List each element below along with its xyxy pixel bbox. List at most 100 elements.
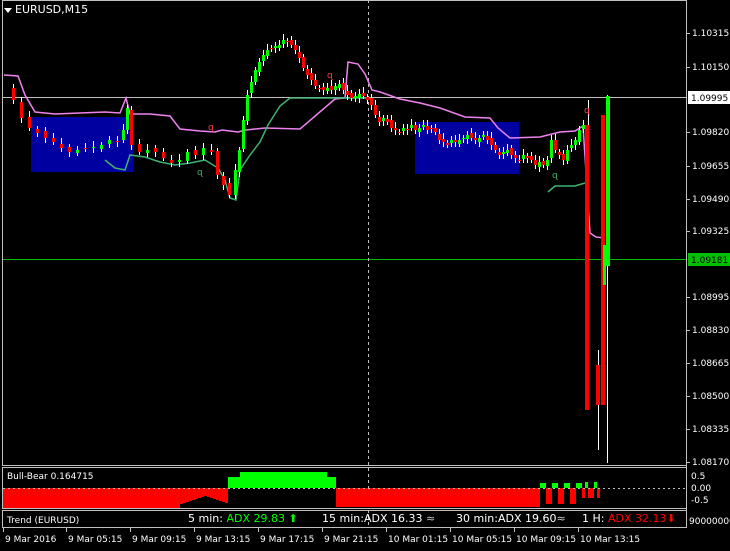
signal-marker: ɋ <box>327 71 333 81</box>
bull-bar <box>309 472 312 488</box>
bear-candle <box>216 151 219 175</box>
bear-bar <box>183 488 186 503</box>
bull-bar <box>312 472 315 488</box>
bear-bar <box>171 488 174 508</box>
time-tick-label: 10 Mar 01:15 <box>388 535 448 545</box>
bull-candle <box>418 128 421 132</box>
time-tick-label: 9 Mar 2016 <box>5 535 57 545</box>
bear-bar <box>513 488 516 507</box>
bear-bar <box>180 488 183 504</box>
green-level-tag: 1.09181 <box>691 256 728 266</box>
bear-bar <box>438 488 441 507</box>
bull-candle <box>108 140 111 144</box>
bear-candle <box>170 160 173 163</box>
bull-bar <box>552 483 555 488</box>
bull-candle <box>550 140 553 158</box>
bear-bar <box>105 488 108 508</box>
bear-bar <box>426 488 429 507</box>
bull-candle <box>76 150 79 153</box>
bear-bar <box>132 488 135 508</box>
bear-bar <box>516 488 519 507</box>
bull-bar <box>576 483 579 488</box>
bull-candle <box>578 130 581 142</box>
bear-bar <box>459 488 462 507</box>
bull-candle <box>186 152 189 161</box>
bear-bar <box>57 488 60 508</box>
bear-bar <box>225 488 228 503</box>
bear-bar <box>111 488 114 508</box>
bear-bar <box>36 488 39 508</box>
bear-bar <box>381 488 384 507</box>
bull-candle <box>566 150 569 161</box>
bear-bar <box>453 488 456 507</box>
time-axis: 9 Mar 2016 9 Mar 05:15 9 Mar 09:15 9 Mar 13… <box>3 528 640 545</box>
bear-bar <box>477 488 480 507</box>
bull-candle <box>582 125 585 129</box>
bear-candle <box>116 141 119 142</box>
bear-bar <box>30 488 33 508</box>
bear-candle <box>414 125 417 130</box>
bear-candle <box>370 98 373 105</box>
bear-bar <box>207 488 210 497</box>
bear-bar <box>405 488 408 507</box>
bull-bar <box>543 483 546 488</box>
bear-candle <box>318 88 321 89</box>
bear-bar <box>60 488 63 508</box>
bear-bar <box>195 488 198 499</box>
bull-bar <box>333 477 336 488</box>
bear-candle <box>346 91 349 95</box>
trend-timeframe: 5 min: <box>188 512 223 525</box>
bear-candle <box>28 117 31 128</box>
bear-bar <box>123 488 126 508</box>
bear-bar <box>372 488 375 507</box>
bear-candle <box>378 117 381 122</box>
bear-bar <box>162 488 165 508</box>
bear-bar <box>393 488 396 507</box>
bull-candle <box>262 55 265 61</box>
bear-bar <box>492 488 495 507</box>
bear-bar <box>99 488 102 508</box>
bear-bar <box>336 488 339 507</box>
bear-candle <box>210 150 213 152</box>
bull-bar <box>594 482 597 488</box>
price-tick-label: 1.08335 <box>692 425 729 435</box>
chart-canvas[interactable]: ɋ ɋ ɋ ɋ ɋ 1.10315 1.10150 1.09820 1.09655 1.… <box>0 0 730 551</box>
bear-bar <box>444 488 447 507</box>
bull-candle <box>502 152 505 154</box>
bear-bar <box>174 488 177 508</box>
bear-candle <box>474 138 477 140</box>
bear-candle <box>454 140 457 142</box>
bear-bar <box>87 488 90 508</box>
bear-bar <box>198 488 201 498</box>
bear-candle <box>290 40 293 45</box>
sub-tick: 0.5 <box>691 472 705 482</box>
bear-candle <box>386 119 389 122</box>
bear-bar <box>483 488 486 507</box>
bull-bar <box>240 472 243 488</box>
bear-bar <box>597 488 600 498</box>
bear-candle <box>314 80 317 86</box>
bear-bar <box>531 488 534 507</box>
bear-bar <box>24 488 27 508</box>
bear-bar <box>399 488 402 507</box>
bear-bar <box>210 488 213 498</box>
bear-candle <box>342 83 345 90</box>
bear-bar <box>153 488 156 508</box>
time-tick-label: 9 Mar 05:15 <box>68 535 122 545</box>
bull-bar <box>249 472 252 488</box>
bear-bar <box>348 488 351 507</box>
bear-bar <box>120 488 123 508</box>
bull-bar <box>282 472 285 488</box>
bull-candle <box>458 140 461 144</box>
bull-bar <box>252 472 255 488</box>
price-tick-label: 1.10150 <box>692 63 729 73</box>
bear-bar <box>177 488 180 508</box>
bear-bar <box>27 488 30 508</box>
bear-candle <box>534 160 537 165</box>
bull-candle <box>450 140 453 143</box>
bear-bar <box>408 488 411 507</box>
bull-candle <box>338 84 341 88</box>
bear-candle <box>36 129 39 133</box>
trend-item-1h: 1 H: ADX 32.13⬇ <box>582 512 676 525</box>
bear-bar <box>12 488 15 508</box>
